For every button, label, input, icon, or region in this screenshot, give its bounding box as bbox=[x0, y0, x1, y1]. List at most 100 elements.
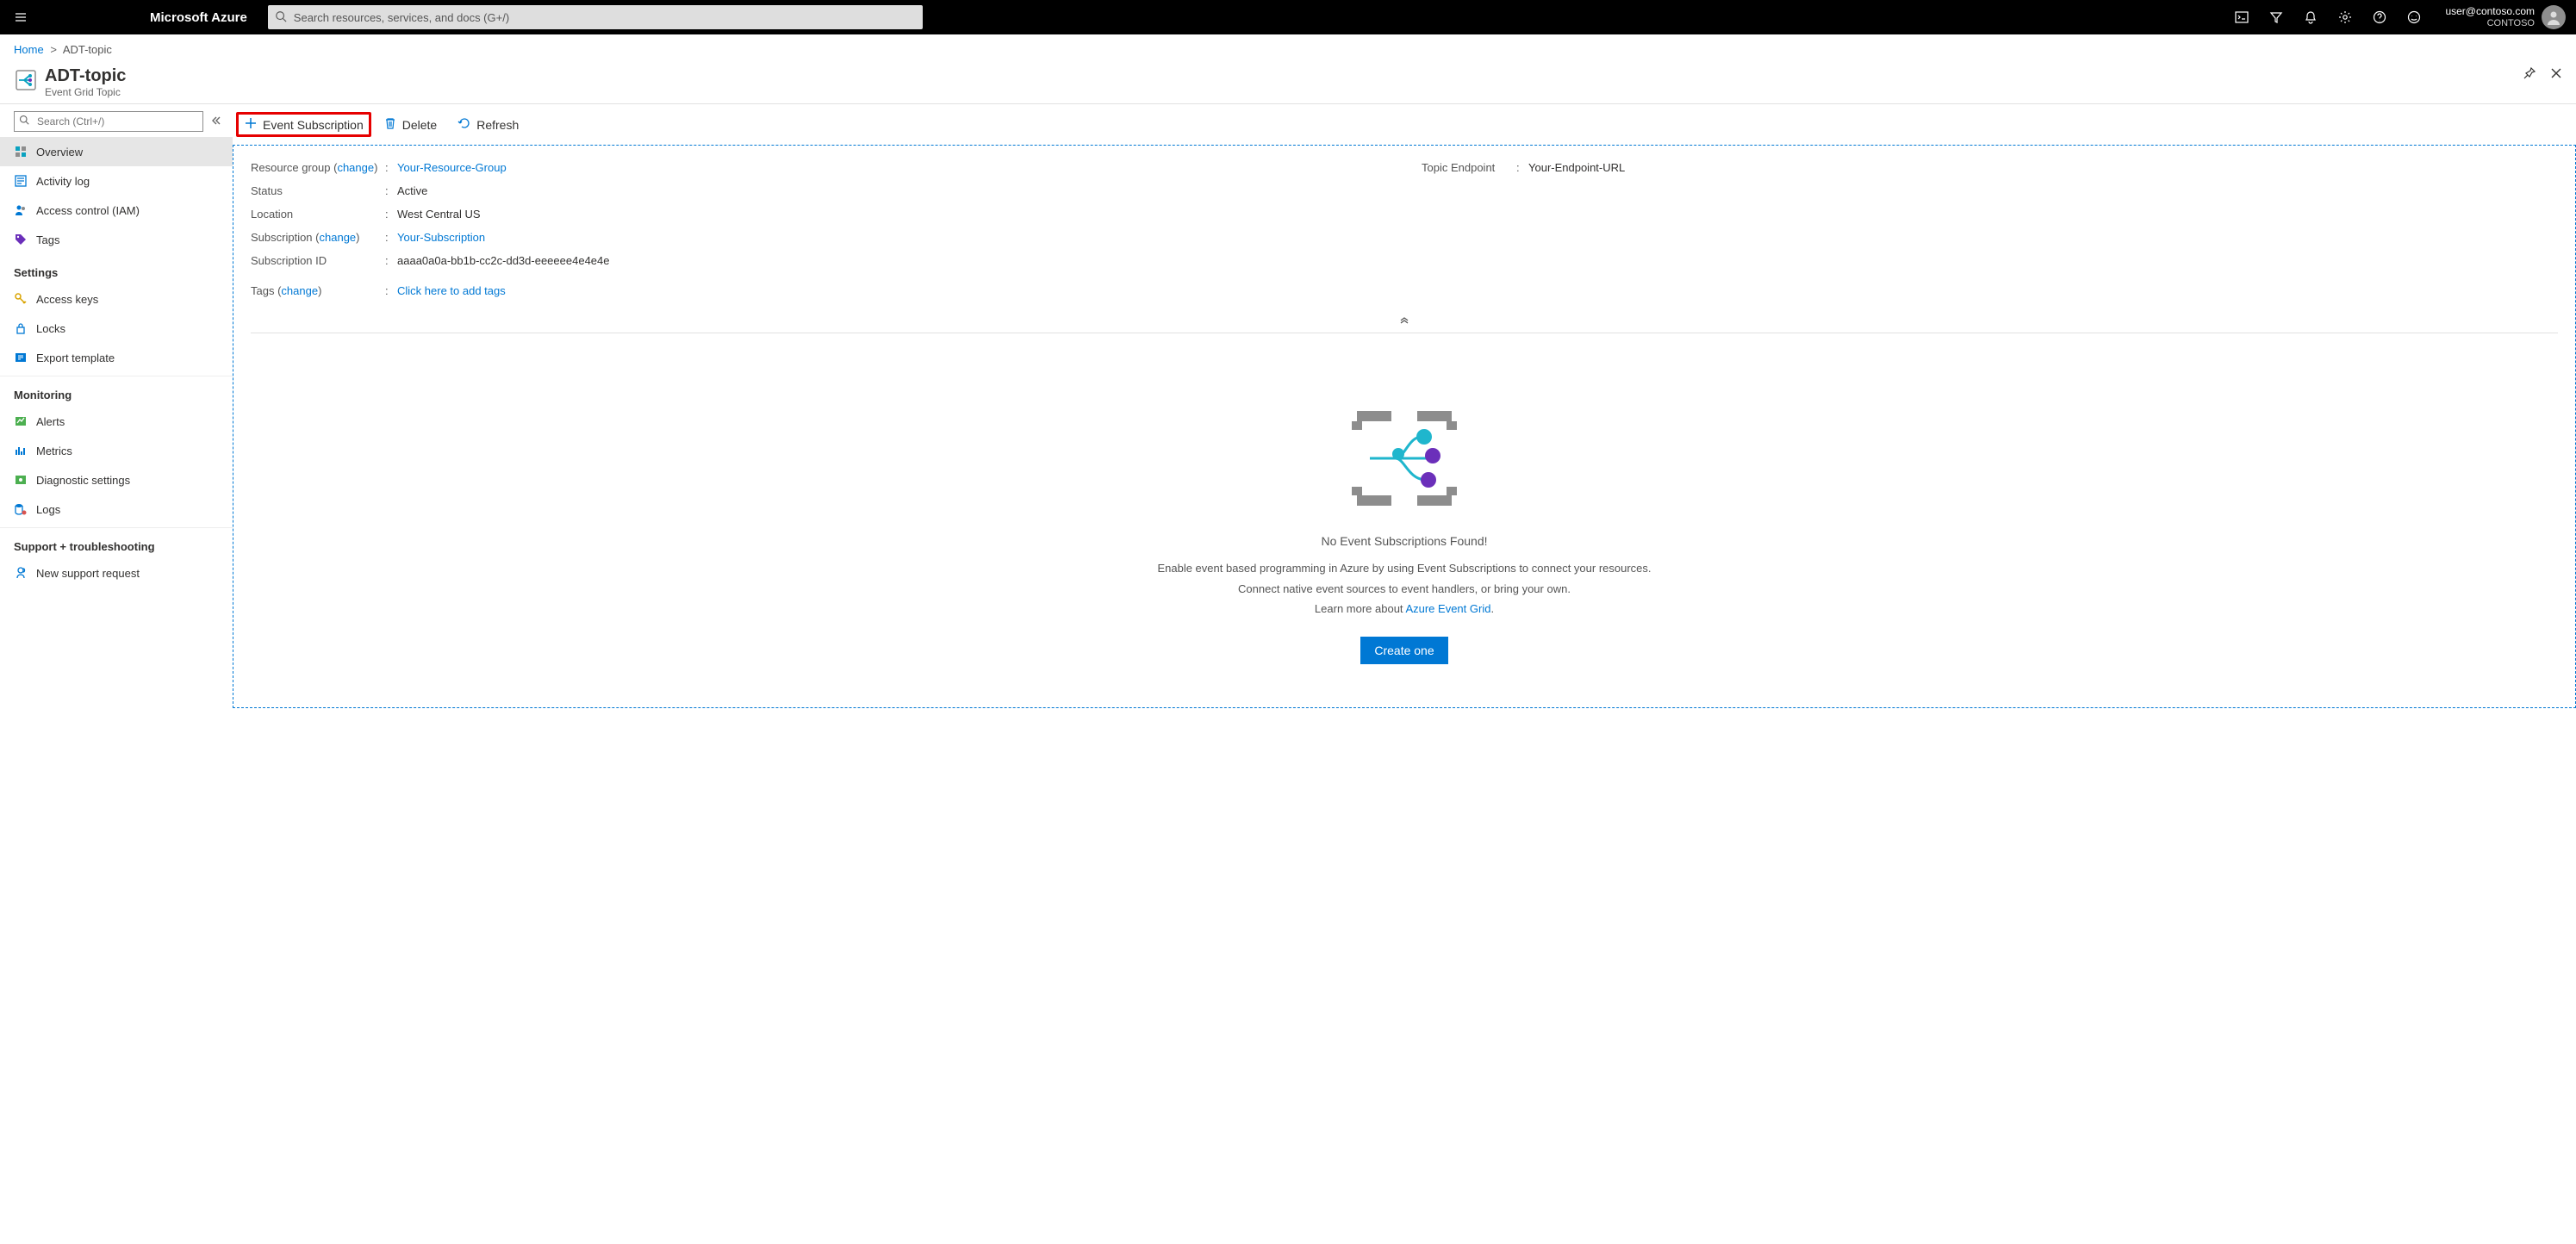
sidebar-item-logs[interactable]: Logs bbox=[0, 494, 233, 524]
event-subscription-button[interactable]: Event Subscription bbox=[236, 112, 371, 137]
tags-icon bbox=[14, 233, 28, 246]
sidebar-item-new-support-request[interactable]: New support request bbox=[0, 558, 233, 588]
prop-label: Subscription ID bbox=[251, 254, 385, 267]
directories-filter-button[interactable] bbox=[2259, 0, 2293, 34]
empty-state-line2: Connect native event sources to event ha… bbox=[1129, 581, 1680, 598]
essentials-panel: Resource group (change) : Your-Resource-… bbox=[251, 156, 2558, 302]
toolbar-label: Refresh bbox=[476, 118, 519, 132]
sidebar-item-access-keys[interactable]: Access keys bbox=[0, 284, 233, 314]
avatar bbox=[2542, 5, 2566, 29]
resource-group-link[interactable]: Your-Resource-Group bbox=[397, 161, 507, 174]
sidebar-item-access-control[interactable]: Access control (IAM) bbox=[0, 196, 233, 225]
feedback-icon bbox=[2407, 10, 2421, 24]
overview-icon bbox=[14, 145, 28, 159]
topic-endpoint-value: Your-Endpoint-URL bbox=[1528, 161, 2558, 174]
topbar-right-area: user@contoso.com CONTOSO bbox=[2224, 0, 2573, 34]
prop-label: Tags bbox=[251, 284, 274, 297]
chevron-double-up-icon bbox=[1399, 314, 1409, 325]
sidebar-item-metrics[interactable]: Metrics bbox=[0, 436, 233, 465]
help-button[interactable] bbox=[2362, 0, 2397, 34]
prop-label: Status bbox=[251, 184, 385, 197]
colon: : bbox=[385, 231, 397, 244]
colon: : bbox=[385, 208, 397, 221]
prop-label: Topic Endpoint bbox=[1422, 161, 1516, 174]
notifications-button[interactable] bbox=[2293, 0, 2328, 34]
sidebar-item-export-template[interactable]: Export template bbox=[0, 343, 233, 372]
refresh-button[interactable]: Refresh bbox=[449, 111, 527, 138]
breadcrumb-home[interactable]: Home bbox=[14, 43, 44, 56]
plus-icon bbox=[244, 116, 258, 133]
subscription-id-value: aaaa0a0a-bb1b-cc2c-dd3d-eeeeee4e4e4e bbox=[397, 254, 1387, 267]
sidebar-item-label: Access control (IAM) bbox=[36, 204, 140, 217]
delete-button[interactable]: Delete bbox=[375, 111, 445, 138]
close-icon bbox=[2550, 67, 2562, 79]
sidebar-item-locks[interactable]: Locks bbox=[0, 314, 233, 343]
prop-row-subscription: Subscription (change) : Your-Subscriptio… bbox=[251, 226, 1387, 249]
hamburger-menu-button[interactable] bbox=[3, 0, 38, 34]
sidebar-item-label: Tags bbox=[36, 233, 59, 246]
settings-button[interactable] bbox=[2328, 0, 2362, 34]
sidebar-item-label: Diagnostic settings bbox=[36, 474, 130, 487]
sidebar-item-alerts[interactable]: Alerts bbox=[0, 407, 233, 436]
sidebar-item-tags[interactable]: Tags bbox=[0, 225, 233, 254]
trash-icon bbox=[383, 116, 397, 133]
page-title: ADT-topic bbox=[45, 66, 2523, 86]
collapse-essentials-button[interactable] bbox=[251, 309, 2558, 333]
feedback-button[interactable] bbox=[2397, 0, 2431, 34]
sidebar-item-activity-log[interactable]: Activity log bbox=[0, 166, 233, 196]
event-grid-illustration bbox=[268, 402, 2541, 517]
sidebar-group-monitoring: Monitoring bbox=[0, 376, 233, 407]
resource-nav-sidebar: Overview Activity log Access control (IA… bbox=[0, 104, 233, 708]
close-button[interactable] bbox=[2550, 67, 2562, 82]
sidebar-item-overview[interactable]: Overview bbox=[0, 137, 233, 166]
user-account-button[interactable]: user@contoso.com CONTOSO bbox=[2431, 5, 2573, 29]
colon: : bbox=[385, 184, 397, 197]
activity-log-icon bbox=[14, 174, 28, 188]
add-tags-link[interactable]: Click here to add tags bbox=[397, 284, 506, 297]
sidebar-item-label: Metrics bbox=[36, 445, 72, 457]
top-navigation-bar: Microsoft Azure user@contoso.com CONTOS bbox=[0, 0, 2576, 34]
sidebar-group-settings: Settings bbox=[0, 254, 233, 284]
brand-label[interactable]: Microsoft Azure bbox=[150, 10, 247, 25]
sidebar-item-diagnostic-settings[interactable]: Diagnostic settings bbox=[0, 465, 233, 494]
lock-icon bbox=[14, 321, 28, 335]
logs-icon bbox=[14, 502, 28, 516]
key-icon bbox=[14, 292, 28, 306]
user-email: user@contoso.com bbox=[2445, 5, 2535, 17]
prop-row-subscription-id: Subscription ID : aaaa0a0a-bb1b-cc2c-dd3… bbox=[251, 249, 1387, 272]
change-subscription-link[interactable]: change bbox=[320, 231, 357, 244]
azure-event-grid-link[interactable]: Azure Event Grid bbox=[1405, 602, 1490, 615]
colon: : bbox=[1516, 161, 1528, 174]
sidebar-item-label: Overview bbox=[36, 146, 83, 159]
help-icon bbox=[2373, 10, 2386, 24]
pin-button[interactable] bbox=[2523, 66, 2536, 83]
diagnostic-icon bbox=[14, 473, 28, 487]
sidebar-item-label: Alerts bbox=[36, 415, 65, 428]
create-one-button[interactable]: Create one bbox=[1360, 637, 1447, 664]
change-resource-group-link[interactable]: change bbox=[337, 161, 374, 174]
prop-row-topic-endpoint: Topic Endpoint : Your-Endpoint-URL bbox=[1422, 156, 2558, 179]
global-search-input[interactable] bbox=[268, 5, 923, 29]
sidebar-item-label: Logs bbox=[36, 503, 60, 516]
filter-icon bbox=[2269, 10, 2283, 24]
status-value: Active bbox=[397, 184, 1387, 197]
colon: : bbox=[385, 284, 397, 297]
change-tags-link[interactable]: change bbox=[281, 284, 318, 297]
prop-label: Location bbox=[251, 208, 385, 221]
sidebar-search-input[interactable] bbox=[14, 111, 203, 132]
pin-icon bbox=[2523, 66, 2536, 80]
user-text: user@contoso.com CONTOSO bbox=[2445, 5, 2535, 29]
subscription-link[interactable]: Your-Subscription bbox=[397, 231, 485, 244]
essentials-right-column: Topic Endpoint : Your-Endpoint-URL bbox=[1422, 156, 2558, 302]
prop-label: Subscription bbox=[251, 231, 313, 244]
hamburger-icon bbox=[14, 10, 28, 24]
colon: : bbox=[385, 161, 397, 174]
cloud-shell-button[interactable] bbox=[2224, 0, 2259, 34]
toolbar-label: Event Subscription bbox=[263, 118, 364, 132]
collapse-sidebar-button[interactable] bbox=[210, 115, 222, 129]
sidebar-item-label: New support request bbox=[36, 567, 140, 580]
sidebar-group-support: Support + troubleshooting bbox=[0, 527, 233, 558]
refresh-icon bbox=[457, 116, 471, 133]
event-grid-topic-icon bbox=[14, 68, 38, 92]
iam-icon bbox=[14, 203, 28, 217]
